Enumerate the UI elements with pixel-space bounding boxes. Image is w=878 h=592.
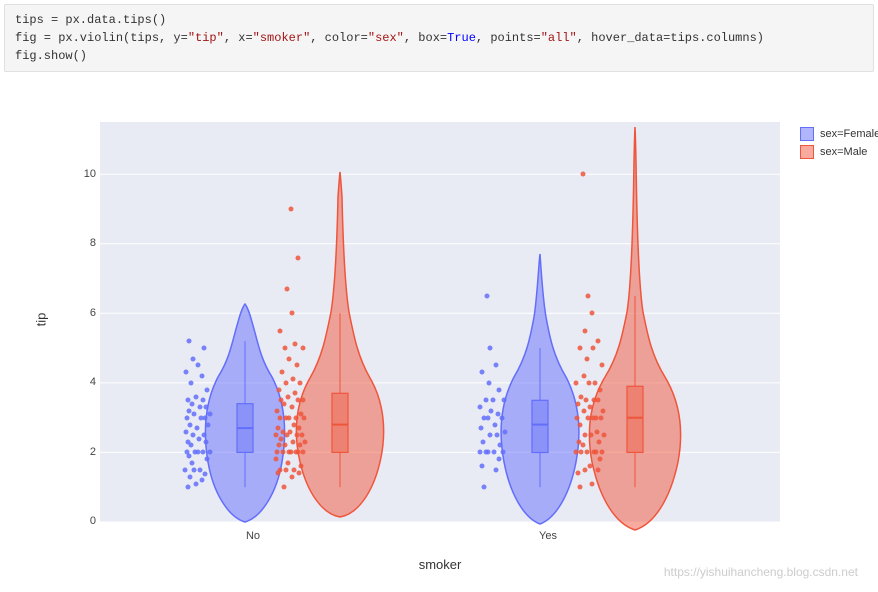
y-tick-6: 6 <box>76 307 96 319</box>
code-line-1: tips = px.data.tips() <box>15 13 166 27</box>
code-line-3: fig.show() <box>15 49 87 63</box>
chart-container: tip smoker <box>60 112 858 582</box>
violin-no-male[interactable] <box>274 172 384 517</box>
violin-no-female[interactable] <box>183 304 285 522</box>
legend: sex=Female sex=Male <box>800 127 878 163</box>
legend-swatch-female <box>800 127 814 141</box>
plot-svg <box>100 122 780 522</box>
violin-yes-female[interactable] <box>478 254 579 524</box>
y-tick-10: 10 <box>76 168 96 180</box>
x-tick-no: No <box>233 530 273 542</box>
y-tick-8: 8 <box>76 237 96 249</box>
y-axis-label: tip <box>33 313 48 327</box>
x-tick-yes: Yes <box>528 530 568 542</box>
legend-label-female: sex=Female <box>820 128 878 140</box>
y-tick-2: 2 <box>76 446 96 458</box>
code-block: tips = px.data.tips() fig = px.violin(ti… <box>4 4 874 72</box>
y-tick-4: 4 <box>76 376 96 388</box>
legend-label-male: sex=Male <box>820 146 867 158</box>
watermark: https://yishuihancheng.blog.csdn.net <box>664 565 858 579</box>
code-line-2: fig = px.violin(tips, y="tip", x="smoker… <box>15 31 764 45</box>
plot-area[interactable] <box>100 122 780 522</box>
y-tick-0: 0 <box>76 515 96 527</box>
points-no-female <box>183 339 213 490</box>
legend-swatch-male <box>800 145 814 159</box>
legend-item-male[interactable]: sex=Male <box>800 145 878 159</box>
legend-item-female[interactable]: sex=Female <box>800 127 878 141</box>
violin-yes-male[interactable] <box>574 127 681 530</box>
